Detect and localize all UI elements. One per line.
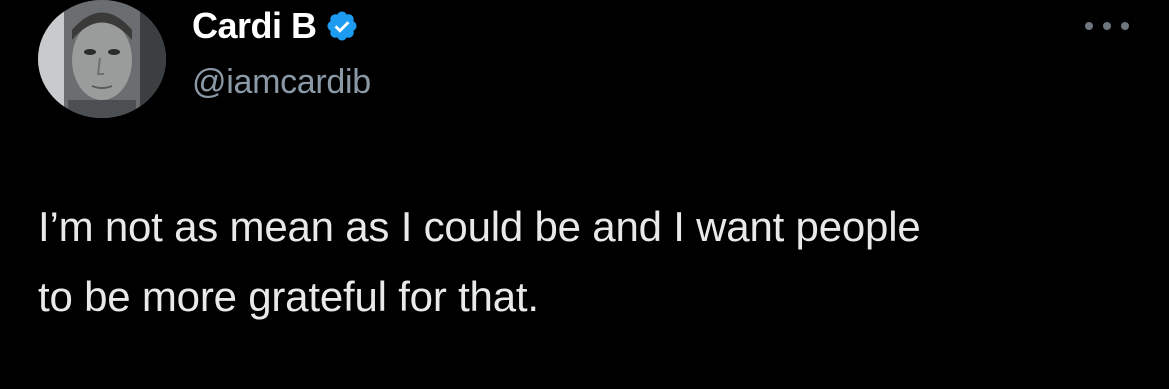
tweet-header: Cardi B @iamcardib	[192, 2, 371, 104]
tweet-card[interactable]: Cardi B @iamcardib I’m not as mean as I …	[0, 0, 1169, 389]
more-dot	[1085, 22, 1093, 30]
avatar-photo-icon	[38, 0, 166, 118]
more-dot	[1103, 22, 1111, 30]
author-name-row: Cardi B	[192, 2, 371, 50]
author-avatar[interactable]	[38, 0, 166, 118]
tweet-text-line: I’m not as mean as I could be and I want…	[38, 203, 921, 250]
author-display-name[interactable]: Cardi B	[192, 2, 317, 50]
verified-badge-icon	[325, 9, 359, 43]
tweet-body-text: I’m not as mean as I could be and I want…	[38, 192, 1138, 332]
more-dot	[1121, 22, 1129, 30]
more-horizontal-icon[interactable]	[1085, 16, 1129, 36]
author-handle[interactable]: @iamcardib	[192, 60, 371, 104]
tweet-text-line: to be more grateful for that.	[38, 273, 539, 320]
